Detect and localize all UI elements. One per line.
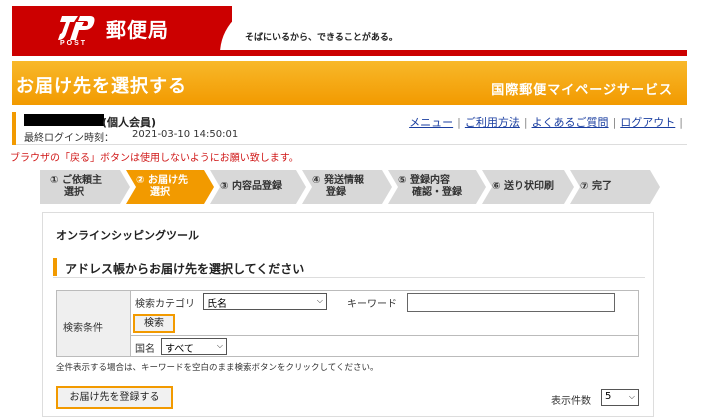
service-name: 国際郵便マイページサービス — [491, 83, 673, 98]
section-accent — [53, 258, 57, 276]
redacted-user-name — [24, 114, 104, 126]
account-type: (個人会員) — [102, 116, 157, 129]
step-label-line2: 登録 — [326, 187, 346, 198]
how-to-use-link[interactable]: ご利用方法 — [465, 116, 520, 129]
keyword-label: キーワード — [347, 299, 397, 310]
step-label-line1: ⑥ 送り状印刷 — [492, 181, 554, 192]
country-row: 国名 すべて ⌵ — [131, 336, 638, 356]
step-complete: ⑦ 完了 — [570, 170, 660, 204]
register-recipient-button[interactable]: お届け先を登録する — [56, 386, 173, 409]
back-button-warning: ブラウザの「戻る」ボタンは使用しないようにお願い致します。 — [10, 153, 299, 164]
link-separator: | — [612, 116, 617, 129]
step-sender-select: ① ご依頼主 選択 — [40, 170, 130, 204]
step-confirm-register: ⑤ 登録内容 確認・登録 — [388, 170, 486, 204]
jp-post-logo[interactable] — [56, 14, 96, 42]
search-button[interactable]: 検索 — [133, 314, 175, 333]
country-label: 国名 — [135, 344, 155, 355]
tagline: そばにいるから、できることがある。 — [245, 33, 398, 43]
section-title: アドレス帳からお届け先を選択してください — [65, 262, 305, 276]
step-shipping-info: ④ 発送情報 登録 — [302, 170, 392, 204]
search-note: 全件表示する場合は、キーワードを空白のまま検索ボタンをクリックしてください。 — [56, 363, 379, 373]
logout-link[interactable]: ログアウト — [620, 116, 675, 129]
last-login-label: 最終ログイン時刻： — [24, 133, 114, 144]
faq-link[interactable]: よくあるご質問 — [532, 116, 609, 129]
progress-steps: ① ご依頼主 選択 ② お届け先 選択 ③ 内容品登録 ④ 発送情報 登録 ⑤ … — [40, 170, 660, 204]
link-separator: | — [523, 116, 528, 129]
user-links: メニュー | ご利用方法 | よくあるご質問 | ログアウト | — [409, 114, 687, 130]
brand-name: 郵便局 — [106, 18, 169, 42]
page-title-bar: お届け先を選択する 国際郵便マイページサービス — [12, 61, 687, 105]
tool-title: オンラインシッピングツール — [56, 229, 199, 242]
display-count-label: 表示件数 — [551, 396, 591, 407]
conditions-label: 検索条件 — [63, 323, 103, 334]
main-panel: オンラインシッピングツール アドレス帳からお届け先を選択してください 検索条件 … — [42, 212, 654, 417]
conditions-label-cell: 検索条件 — [57, 291, 131, 356]
page-title: お届け先を選択する — [16, 76, 187, 97]
display-count-value: 5 — [605, 391, 612, 402]
user-bar-accent — [12, 112, 16, 145]
menu-link[interactable]: メニュー — [409, 116, 453, 129]
link-separator: | — [679, 116, 683, 129]
link-separator: | — [457, 116, 461, 129]
step-label-line1: ④ 発送情報 — [312, 175, 364, 186]
step-print-label: ⑥ 送り状印刷 — [482, 170, 574, 204]
logo-post-text: POST — [60, 40, 88, 47]
category-row: 検索カテゴリ 氏名 ⌵ キーワード 検索 — [131, 291, 638, 336]
country-selected-value: すべて — [165, 344, 194, 355]
category-selected-value: 氏名 — [207, 299, 227, 310]
banner-underline — [12, 50, 687, 56]
step-label-line2: 確認・登録 — [412, 187, 462, 198]
step-label-line2: 選択 — [150, 187, 170, 198]
display-count-select[interactable]: 5 ⌵ — [601, 389, 639, 406]
step-label-line1: ⑦ 完了 — [580, 181, 612, 192]
step-recipient-select: ② お届け先 選択 — [126, 170, 214, 204]
keyword-input[interactable] — [407, 293, 615, 312]
country-select[interactable]: すべて ⌵ — [161, 338, 227, 355]
step-label-line1: ① ご依頼主 — [50, 175, 102, 186]
step-contents-register: ③ 内容品登録 — [210, 170, 306, 204]
chevron-down-icon: ⌵ — [216, 341, 223, 350]
chevron-down-icon: ⌵ — [628, 392, 635, 401]
user-info-bar: (個人会員) 最終ログイン時刻： 2021-03-10 14:50:01 メニュ… — [12, 110, 687, 145]
step-label-line2: 選択 — [64, 187, 84, 198]
last-login-time: 2021-03-10 14:50:01 — [132, 129, 239, 140]
chevron-down-icon: ⌵ — [316, 296, 323, 305]
site-header: POST 郵便局 そばにいるから、できることがある。 — [0, 0, 687, 60]
step-label-line1: ③ 内容品登録 — [220, 181, 282, 192]
search-conditions-table: 検索条件 検索カテゴリ 氏名 ⌵ キーワード 検索 国名 すべて ⌵ — [56, 290, 639, 357]
category-select[interactable]: 氏名 ⌵ — [203, 293, 327, 310]
step-label-line1: ⑤ 登録内容 — [398, 175, 450, 186]
section-heading: アドレス帳からお届け先を選択してください — [53, 258, 645, 278]
category-label: 検索カテゴリ — [135, 299, 195, 310]
step-label-line1: ② お届け先 — [136, 175, 188, 186]
